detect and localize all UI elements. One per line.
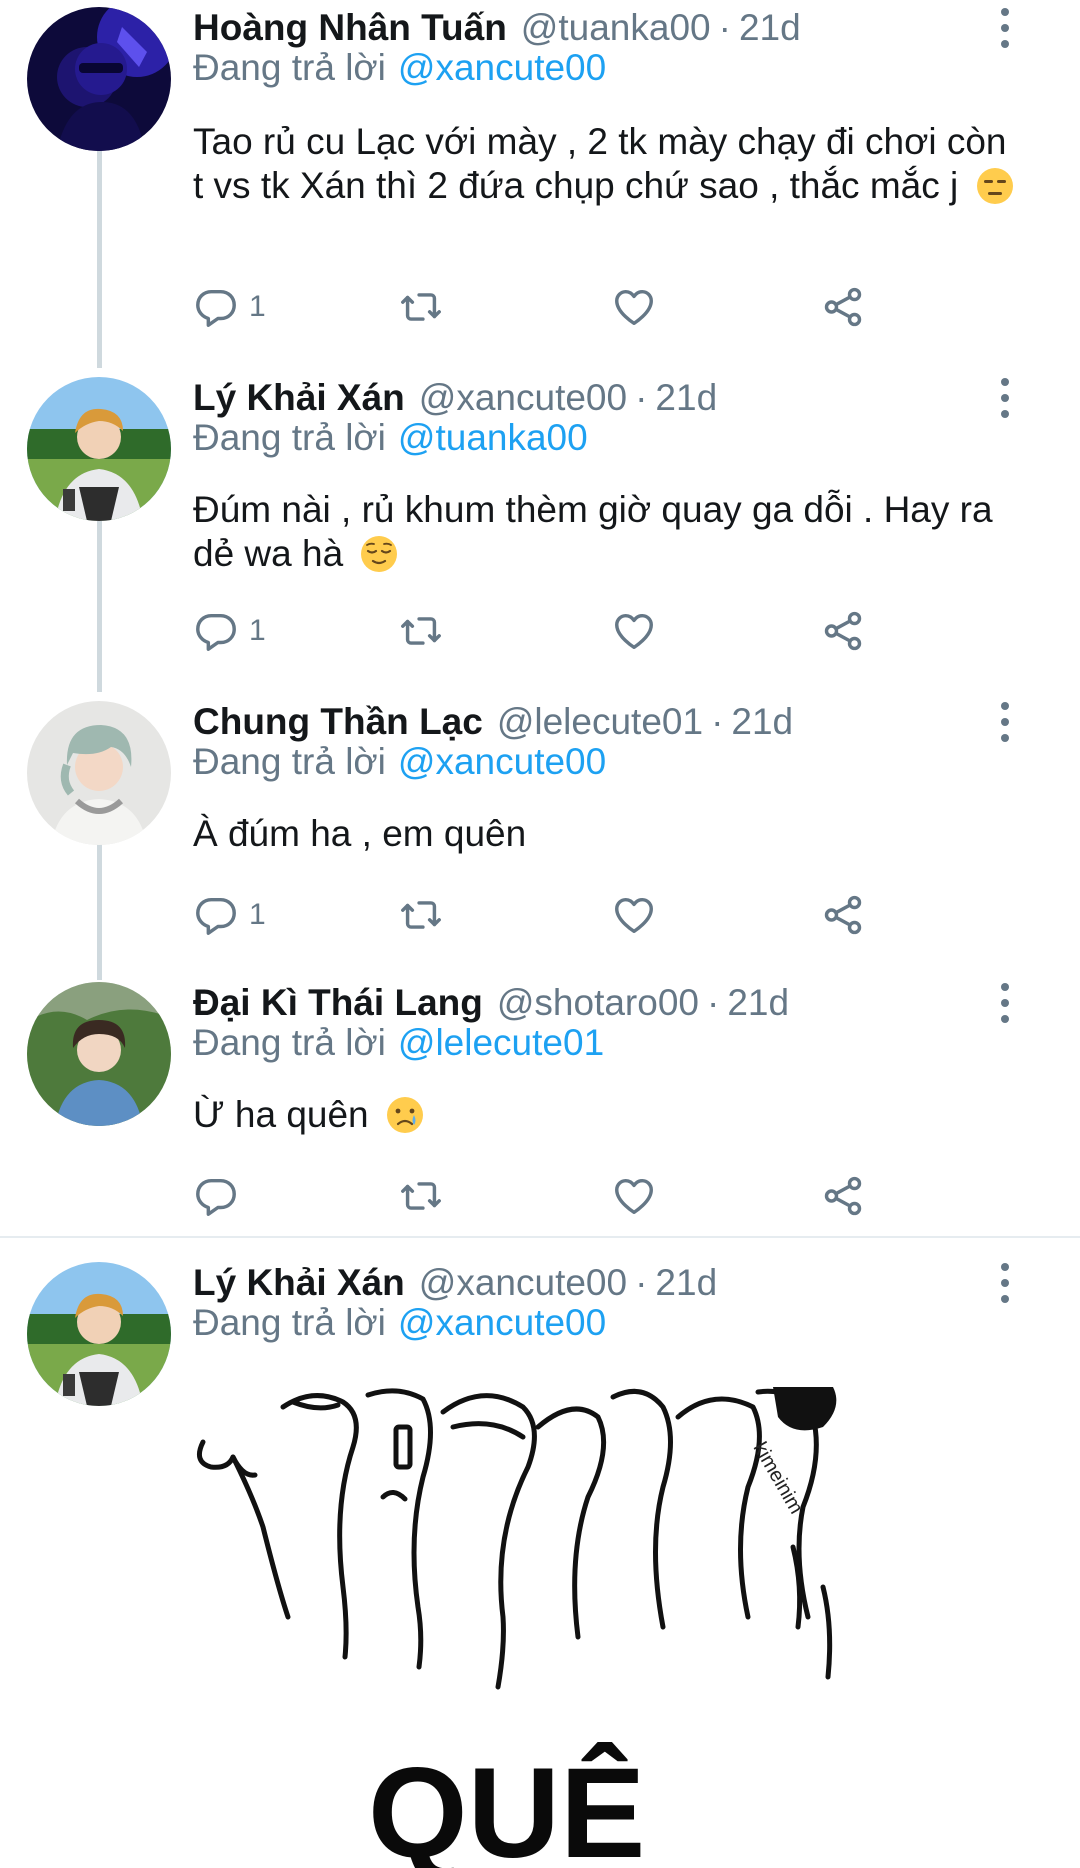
more-options-icon[interactable] [993,702,1017,742]
timestamp[interactable]: 21d [655,372,717,424]
like-icon [615,1178,653,1215]
reply-count: 1 [249,290,266,323]
avatar[interactable] [27,982,171,1126]
like-button[interactable] [611,606,657,656]
separator-dot: · [718,7,731,48]
avatar[interactable] [27,1262,171,1406]
retweet-button[interactable] [398,606,444,656]
like-button[interactable] [611,282,657,332]
more-options-icon[interactable] [993,983,1017,1023]
tweet-body: Ừ ha quên [193,1094,369,1135]
timestamp[interactable]: 21d [655,1257,717,1309]
replying-to-handle[interactable]: @xancute00 [398,741,606,782]
tweet-separator [0,1236,1080,1238]
reply-icon [196,897,236,935]
expressionless-face-emoji [976,168,1013,204]
tweet-text: Ừ ha quên [193,1093,1023,1137]
separator-dot: · [635,377,648,418]
tweet-actions: 1 [193,890,893,940]
replying-to-label: Đang trả lời [193,47,386,88]
reply-thread: Hoàng Nhân Tuấn @tuanka00 · 21d Đang trả… [0,0,1080,1868]
retweet-icon [401,901,441,929]
tweet-body: Đúm nài , rủ khum thèm giờ quay ga dỗi .… [193,489,993,574]
tweet-text: Đúm nài , rủ khum thèm giờ quay ga dỗi .… [193,488,1023,576]
share-icon [824,1176,862,1216]
reply-icon [196,289,236,327]
replying-to: Đang trả lời @tuanka00 [193,412,588,464]
separator-dot: · [711,701,724,742]
replying-to-handle[interactable]: @lelecute01 [398,1022,604,1063]
crying-face-emoji [386,1097,423,1133]
tweet-body: Tao rủ cu Lạc với mày , 2 tk mày chạy đi… [193,121,1007,206]
retweet-button[interactable] [398,282,444,332]
replying-to-handle[interactable]: @xancute00 [398,1302,606,1343]
timestamp[interactable]: 21d [727,977,789,1029]
replying-to: Đang trả lời @xancute00 [193,1297,606,1349]
share-button[interactable] [820,890,866,940]
thread-line [97,843,102,980]
share-icon [824,895,862,935]
like-icon [615,897,653,934]
replying-to-handle[interactable]: @xancute00 [398,47,606,88]
retweet-icon [401,617,441,645]
media-caption: QUÊ [368,1742,645,1868]
tweet-text: Tao rủ cu Lạc với mày , 2 tk mày chạy đi… [193,120,1023,208]
tweet-media-image[interactable]: kimeinim QUÊ [193,1387,1080,1868]
replying-to-label: Đang trả lời [193,1302,386,1343]
like-icon [615,289,653,326]
share-button[interactable] [820,282,866,332]
more-options-icon[interactable] [993,8,1017,48]
retweet-button[interactable] [398,890,444,940]
replying-to-label: Đang trả lời [193,741,386,782]
more-options-icon[interactable] [993,378,1017,418]
replying-to: Đang trả lời @xancute00 [193,42,606,94]
retweet-icon [401,293,441,321]
avatar[interactable] [27,377,171,521]
share-button[interactable] [820,606,866,656]
replying-to-label: Đang trả lời [193,1022,386,1063]
reply-icon [196,613,236,651]
like-icon [615,613,653,650]
avatar[interactable] [27,7,171,151]
reply-button[interactable]: 1 [193,890,266,940]
avatar[interactable] [27,701,171,845]
tweet-actions [193,1171,893,1221]
relieved-face-emoji [361,536,398,572]
reply-count: 1 [249,898,266,931]
reply-count: 1 [249,614,266,647]
like-button[interactable] [611,890,657,940]
replying-to-handle[interactable]: @tuanka00 [398,417,588,458]
thread-line [97,150,102,368]
reply-button[interactable]: 1 [193,606,266,656]
replying-to: Đang trả lời @lelecute01 [193,1017,604,1069]
share-icon [824,287,862,327]
share-button[interactable] [820,1171,866,1221]
reply-button[interactable]: 1 [193,282,266,332]
retweet-button[interactable] [398,1171,444,1221]
tweet-text: À đúm ha , em quên [193,812,1023,856]
more-options-icon[interactable] [993,1263,1017,1303]
timestamp[interactable]: 21d [739,2,801,54]
share-icon [824,611,862,651]
retweet-icon [401,1182,441,1210]
replying-to-label: Đang trả lời [193,417,386,458]
reply-button[interactable] [193,1171,249,1221]
like-button[interactable] [611,1171,657,1221]
timestamp[interactable]: 21d [731,696,793,748]
tweet-body: À đúm ha , em quên [193,813,527,854]
separator-dot: · [635,1262,648,1303]
separator-dot: · [707,982,720,1023]
tweet-actions: 1 [193,282,893,332]
thread-line [97,520,102,692]
tweet-actions: 1 [193,606,893,656]
reply-icon [196,1178,236,1216]
replying-to: Đang trả lời @xancute00 [193,736,606,788]
